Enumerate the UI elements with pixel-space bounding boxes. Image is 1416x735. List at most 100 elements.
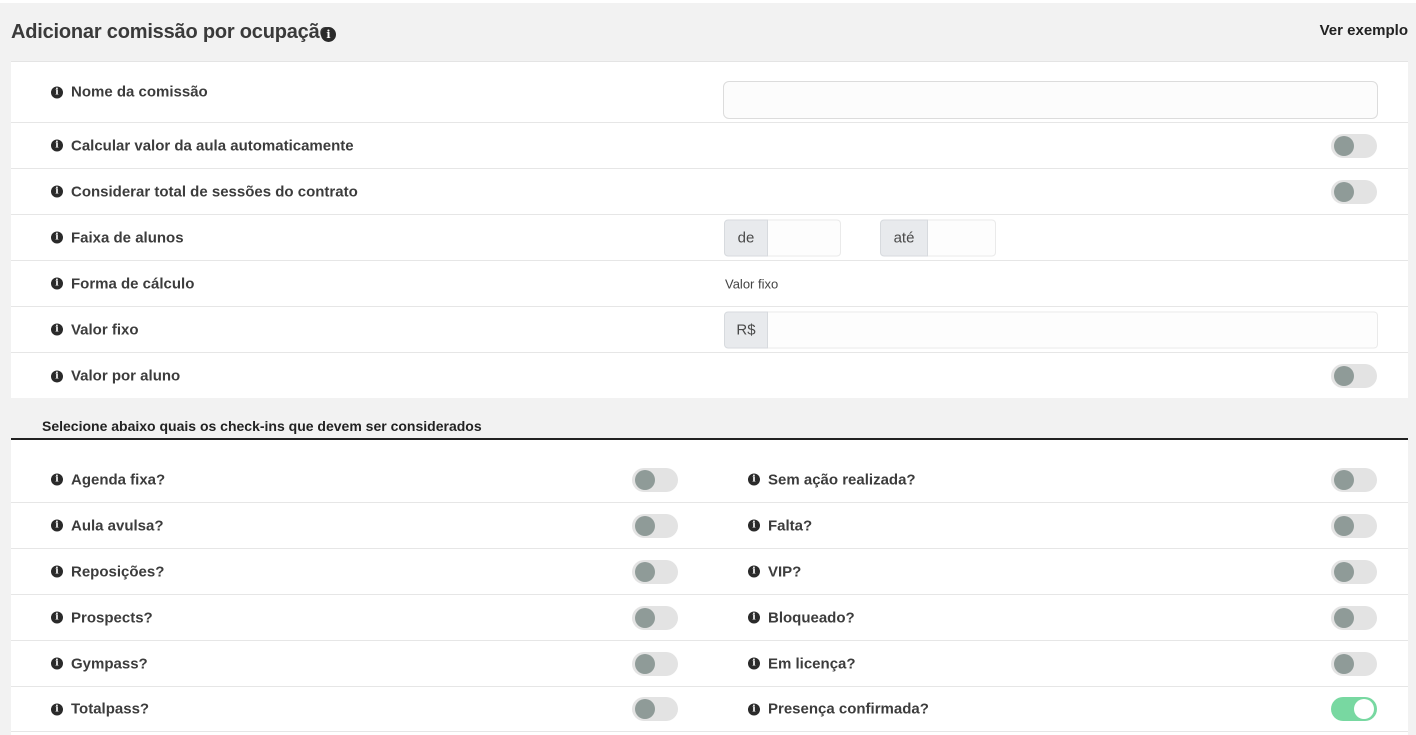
- toggle-knob: [635, 469, 655, 490]
- info-icon[interactable]: i: [321, 27, 336, 42]
- sem-acao-toggle[interactable]: [1331, 467, 1377, 492]
- info-icon[interactable]: i: [51, 139, 63, 152]
- faixa-ate-input[interactable]: [928, 219, 996, 256]
- checkin-row: i Aula avulsa? i Falta?: [11, 503, 1408, 549]
- toggle-knob: [1354, 699, 1374, 719]
- valor-fixo-input[interactable]: [768, 311, 1378, 348]
- nome-comissao-input[interactable]: [723, 81, 1378, 119]
- info-icon[interactable]: i: [51, 473, 63, 486]
- row-faixa-alunos: i Faixa de alunos de até: [11, 215, 1408, 261]
- label-text: Forma de cálculo: [71, 275, 195, 292]
- toggle-knob: [1334, 653, 1354, 674]
- toggle-knob: [1334, 607, 1354, 628]
- faixa-ate-group: até: [880, 219, 996, 256]
- toggle-knob: [635, 699, 655, 719]
- checkin-label-left: i Gympass?: [51, 655, 148, 672]
- label-text: Presença confirmada?: [768, 700, 929, 718]
- checkins-section-title: Selecione abaixo quais os check-ins que …: [42, 418, 482, 434]
- forma-calculo-value: Valor fixo: [725, 276, 779, 291]
- label-text: Valor fixo: [71, 321, 139, 338]
- presenca-confirmada-toggle[interactable]: [1331, 697, 1377, 721]
- aula-avulsa-toggle[interactable]: [632, 513, 678, 538]
- reposicoes-toggle[interactable]: [632, 559, 678, 584]
- info-icon[interactable]: i: [51, 703, 63, 715]
- row-valor-por-aluno: i Valor por aluno: [11, 353, 1408, 399]
- row-nome-comissao: i Nome da comissão: [11, 62, 1408, 123]
- row-forma-calculo: i Forma de cálculo Valor fixo: [11, 261, 1408, 307]
- info-icon[interactable]: i: [51, 519, 63, 532]
- checkin-row: i Prospects? i Bloqueado?: [11, 595, 1408, 641]
- toggle-knob: [635, 561, 655, 582]
- info-icon[interactable]: i: [51, 657, 63, 670]
- checkin-label-right: i VIP?: [748, 563, 801, 580]
- checkin-label-right: i Bloqueado?: [748, 609, 855, 626]
- info-icon[interactable]: i: [748, 657, 760, 670]
- faixa-de-input[interactable]: [768, 219, 841, 256]
- gympass-toggle[interactable]: [632, 651, 678, 676]
- label-text: Agenda fixa?: [71, 471, 166, 488]
- row-calcular-valor: i Calcular valor da aula automaticamente: [11, 123, 1408, 169]
- toggle-knob: [1334, 181, 1354, 202]
- toggle-knob: [635, 607, 655, 628]
- page-header: Adicionar comissão por ocupação i Ver ex…: [0, 3, 1416, 61]
- label-text: Valor por aluno: [71, 367, 181, 385]
- checkin-label-right: i Presença confirmada?: [748, 701, 929, 718]
- checkin-label-left: i Aula avulsa?: [51, 517, 164, 534]
- label-text: Aula avulsa?: [71, 517, 164, 534]
- info-icon[interactable]: i: [51, 231, 63, 244]
- info-icon[interactable]: i: [51, 323, 63, 336]
- de-addon: de: [724, 219, 768, 256]
- calcular-toggle[interactable]: [1331, 133, 1377, 158]
- info-icon[interactable]: i: [51, 370, 63, 382]
- toggle-knob: [1334, 469, 1354, 490]
- checkins-section-header: Selecione abaixo quais os check-ins que …: [11, 398, 1408, 440]
- ver-exemplo-link[interactable]: Ver exemplo: [1320, 22, 1408, 39]
- nome-comissao-label: i Nome da comissão: [51, 84, 208, 101]
- falta-toggle[interactable]: [1331, 513, 1377, 538]
- valor-fixo-label: i Valor fixo: [51, 321, 139, 338]
- label-text: Em licença?: [768, 655, 856, 672]
- considerar-toggle[interactable]: [1331, 179, 1377, 204]
- checkin-row: i Reposições? i VIP?: [11, 549, 1408, 595]
- vip-toggle[interactable]: [1331, 559, 1377, 584]
- checkin-row: i Agenda fixa? i Sem ação realizada?: [11, 457, 1408, 503]
- valor-por-aluno-toggle[interactable]: [1331, 364, 1377, 388]
- label-text: Sem ação realizada?: [768, 471, 916, 488]
- row-valor-fixo: i Valor fixo R$: [11, 307, 1408, 353]
- info-icon[interactable]: i: [51, 277, 63, 290]
- em-licenca-toggle[interactable]: [1331, 651, 1377, 676]
- label-text: Reposições?: [71, 563, 165, 580]
- checkin-row: i Gympass? i Em licença?: [11, 641, 1408, 687]
- checkin-label-right: i Falta?: [748, 517, 812, 534]
- toggle-knob: [635, 653, 655, 674]
- prospects-toggle[interactable]: [632, 605, 678, 630]
- label-text: Prospects?: [71, 609, 153, 626]
- bloqueado-toggle[interactable]: [1331, 605, 1377, 630]
- info-icon[interactable]: i: [748, 611, 760, 624]
- ate-addon: até: [880, 219, 928, 256]
- checkin-label-right: i Em licença?: [748, 655, 856, 672]
- info-icon[interactable]: i: [748, 519, 760, 532]
- checkin-label-left: i Agenda fixa?: [51, 471, 165, 488]
- currency-addon: R$: [724, 311, 768, 348]
- info-icon[interactable]: i: [748, 473, 760, 486]
- label-text: Falta?: [768, 517, 813, 534]
- forma-label: i Forma de cálculo: [51, 275, 194, 292]
- valor-fixo-group: R$: [724, 311, 1378, 348]
- calcular-label: i Calcular valor da aula automaticamente: [51, 137, 354, 154]
- info-icon[interactable]: i: [748, 565, 760, 578]
- totalpass-toggle[interactable]: [632, 697, 678, 721]
- checkin-label-left: i Reposições?: [51, 563, 164, 580]
- label-text: Totalpass?: [71, 700, 150, 718]
- info-icon[interactable]: i: [748, 703, 760, 715]
- considerar-label: i Considerar total de sessões do contrat…: [51, 183, 358, 200]
- info-icon[interactable]: i: [51, 611, 63, 624]
- label-text: Calcular valor da aula automaticamente: [71, 137, 354, 154]
- label-text: Nome da comissão: [71, 83, 208, 101]
- agenda-fixa-toggle[interactable]: [632, 467, 678, 492]
- info-icon[interactable]: i: [51, 565, 63, 578]
- toggle-knob: [1334, 515, 1354, 536]
- info-icon[interactable]: i: [51, 185, 63, 198]
- toggle-knob: [1334, 561, 1354, 582]
- info-icon[interactable]: i: [51, 86, 63, 98]
